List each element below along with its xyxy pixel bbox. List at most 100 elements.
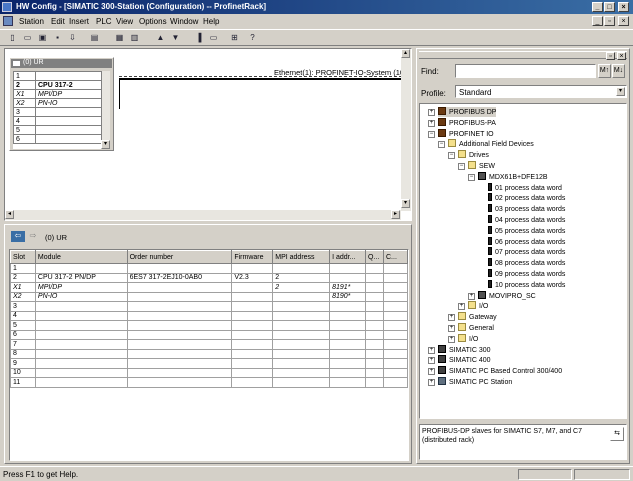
table-row[interactable]: 7: [10, 339, 408, 350]
catalog-view-icon[interactable]: ▐: [192, 32, 205, 44]
tree-item[interactable]: 06 process data words: [488, 236, 565, 247]
expand-toggle-icon[interactable]: +: [458, 303, 465, 311]
expand-toggle-icon[interactable]: +: [468, 292, 475, 300]
new-icon[interactable]: ▯: [6, 32, 19, 44]
expand-toggle-icon[interactable]: +: [448, 325, 455, 332]
tree-item[interactable]: SIMATIC 400: [438, 355, 491, 365]
column-header[interactable]: Q...: [365, 250, 384, 264]
expand-toggle-icon[interactable]: +: [428, 368, 435, 376]
tree-item[interactable]: 10 process data words: [488, 279, 565, 290]
expand-toggle-icon[interactable]: −: [448, 152, 455, 160]
load-station-icon[interactable]: ▲: [154, 32, 167, 44]
tree-item[interactable]: General: [458, 323, 494, 333]
column-header[interactable]: Firmware: [231, 250, 274, 264]
find-input[interactable]: [455, 64, 596, 78]
tree-item[interactable]: I/O: [458, 333, 478, 344]
column-header[interactable]: MPI address: [272, 250, 331, 264]
tree-item[interactable]: 08 process data words: [488, 258, 565, 268]
expand-toggle-icon[interactable]: −: [468, 173, 475, 181]
tree-item[interactable]: SIMATIC 300: [438, 344, 491, 355]
tree-item[interactable]: Additional Field Devices: [448, 139, 534, 149]
maximize-button[interactable]: □: [604, 2, 615, 12]
upload-station-icon[interactable]: ▼: [169, 32, 182, 44]
print-icon[interactable]: ▤: [88, 32, 101, 44]
tree-item[interactable]: MOVIPRO_SC: [478, 290, 536, 301]
tree-item[interactable]: PROFIBUS DP: [438, 107, 497, 117]
save-icon[interactable]: ▪: [51, 32, 64, 44]
expand-toggle-icon[interactable]: +: [448, 335, 455, 343]
download-icon[interactable]: ⇩: [66, 32, 79, 44]
expand-toggle-icon[interactable]: +: [428, 119, 435, 127]
menu-plc[interactable]: PLC: [96, 17, 112, 26]
table-row[interactable]: 10: [10, 367, 408, 378]
table-row[interactable]: X2 PN-IO 8190*: [10, 291, 408, 302]
rack-scrollbar[interactable]: ▾: [101, 71, 110, 149]
column-header[interactable]: I addr...: [329, 250, 367, 264]
table-row[interactable]: 1: [10, 263, 408, 274]
expand-toggle-icon[interactable]: −: [458, 163, 465, 170]
station-scroll-right[interactable]: ▸: [391, 210, 400, 219]
rack-titlebar[interactable]: (0) UR: [11, 59, 112, 68]
table-row[interactable]: 2 CPU 317-2 PN/DP 6ES7 317-2EJ10-0AB0 V2.3 2: [10, 272, 408, 283]
expand-toggle-icon[interactable]: −: [438, 141, 445, 149]
expand-toggle-icon[interactable]: +: [428, 357, 435, 365]
table-row[interactable]: 5: [10, 320, 408, 331]
table-row[interactable]: 11: [10, 377, 408, 388]
rack-window[interactable]: (0) UR 1 2 CPU 317-2 X1 MPI/DP X2 PN-IO 3 4 5 6 ▾: [9, 57, 114, 151]
ethernet-label[interactable]: Ethernet(1): PROFINET-IO-System (100): [274, 68, 411, 77]
rack-row[interactable]: X1 MPI/DP: [13, 89, 102, 99]
menu-insert[interactable]: Insert: [69, 17, 89, 26]
tree-item[interactable]: MDX61B+DFE12B: [478, 171, 548, 182]
forward-button[interactable]: ⇨: [26, 231, 40, 242]
tree-item[interactable]: I/O: [468, 301, 488, 311]
column-header[interactable]: Module: [34, 250, 128, 264]
rack-scroll-down[interactable]: ▾: [101, 140, 110, 149]
station-hscroll[interactable]: ◂ ▸: [5, 210, 401, 220]
tree-item[interactable]: PROFIBUS-PA: [438, 117, 496, 128]
tree-item[interactable]: 01 process data word: [488, 182, 562, 193]
find-next-button[interactable]: M↑: [598, 64, 611, 78]
rack-row[interactable]: X2 PN-IO: [13, 98, 102, 108]
menu-help[interactable]: Help: [203, 17, 219, 26]
back-button[interactable]: ⇦: [11, 231, 25, 242]
menu-station[interactable]: Station: [19, 17, 44, 26]
help-icon[interactable]: ?: [246, 32, 259, 44]
copy-icon[interactable]: ▦: [113, 32, 126, 44]
rack-row[interactable]: 6: [13, 134, 102, 144]
station-scroll-down[interactable]: ▾: [401, 199, 410, 208]
rack-row[interactable]: 5: [13, 125, 102, 135]
menu-window[interactable]: Window: [170, 17, 198, 26]
tree-item[interactable]: 03 process data words: [488, 204, 565, 214]
tree-item[interactable]: 07 process data words: [488, 247, 565, 257]
expand-toggle-icon[interactable]: +: [428, 109, 435, 116]
tree-item[interactable]: 05 process data words: [488, 225, 565, 236]
rack-row[interactable]: 2 CPU 317-2: [13, 80, 102, 90]
tree-item[interactable]: SEW: [468, 161, 495, 171]
rack-row[interactable]: 1: [13, 71, 102, 81]
tree-item[interactable]: 09 process data words: [488, 269, 565, 279]
save-compile-icon[interactable]: ▣: [36, 32, 49, 44]
station-vscroll[interactable]: ▴ ▾: [401, 49, 411, 211]
rack-row[interactable]: 3: [13, 107, 102, 117]
table-row[interactable]: 6: [10, 329, 408, 340]
menu-view[interactable]: View: [116, 17, 133, 26]
profile-select[interactable]: Standard ▾: [455, 85, 627, 98]
paste-icon[interactable]: ▥: [128, 32, 141, 44]
tree-item[interactable]: SIMATIC PC Based Control 300/400: [438, 366, 562, 376]
catalog-float-button[interactable]: ▫: [606, 52, 615, 60]
expand-toggle-icon[interactable]: +: [448, 314, 455, 322]
table-row[interactable]: X1 MPI/DP 2 8191*: [10, 282, 408, 293]
expand-toggle-icon[interactable]: −: [428, 130, 435, 138]
catalog-close-button[interactable]: ×: [617, 52, 626, 60]
mdi-restore-button[interactable]: ▫: [604, 16, 615, 26]
tree-item[interactable]: Drives: [458, 150, 489, 160]
network-icon[interactable]: ⊞: [228, 32, 241, 44]
expand-toggle-icon[interactable]: +: [428, 379, 435, 386]
ethernet-line[interactable]: [119, 78, 402, 80]
table-row[interactable]: 4: [10, 310, 408, 321]
menu-options[interactable]: Options: [139, 17, 167, 26]
catalog-info-icon[interactable]: ⇆: [610, 427, 624, 441]
mdi-minimize-button[interactable]: _: [592, 16, 603, 26]
station-scroll-up[interactable]: ▴: [401, 49, 410, 58]
tree-item[interactable]: Gateway: [458, 312, 497, 322]
